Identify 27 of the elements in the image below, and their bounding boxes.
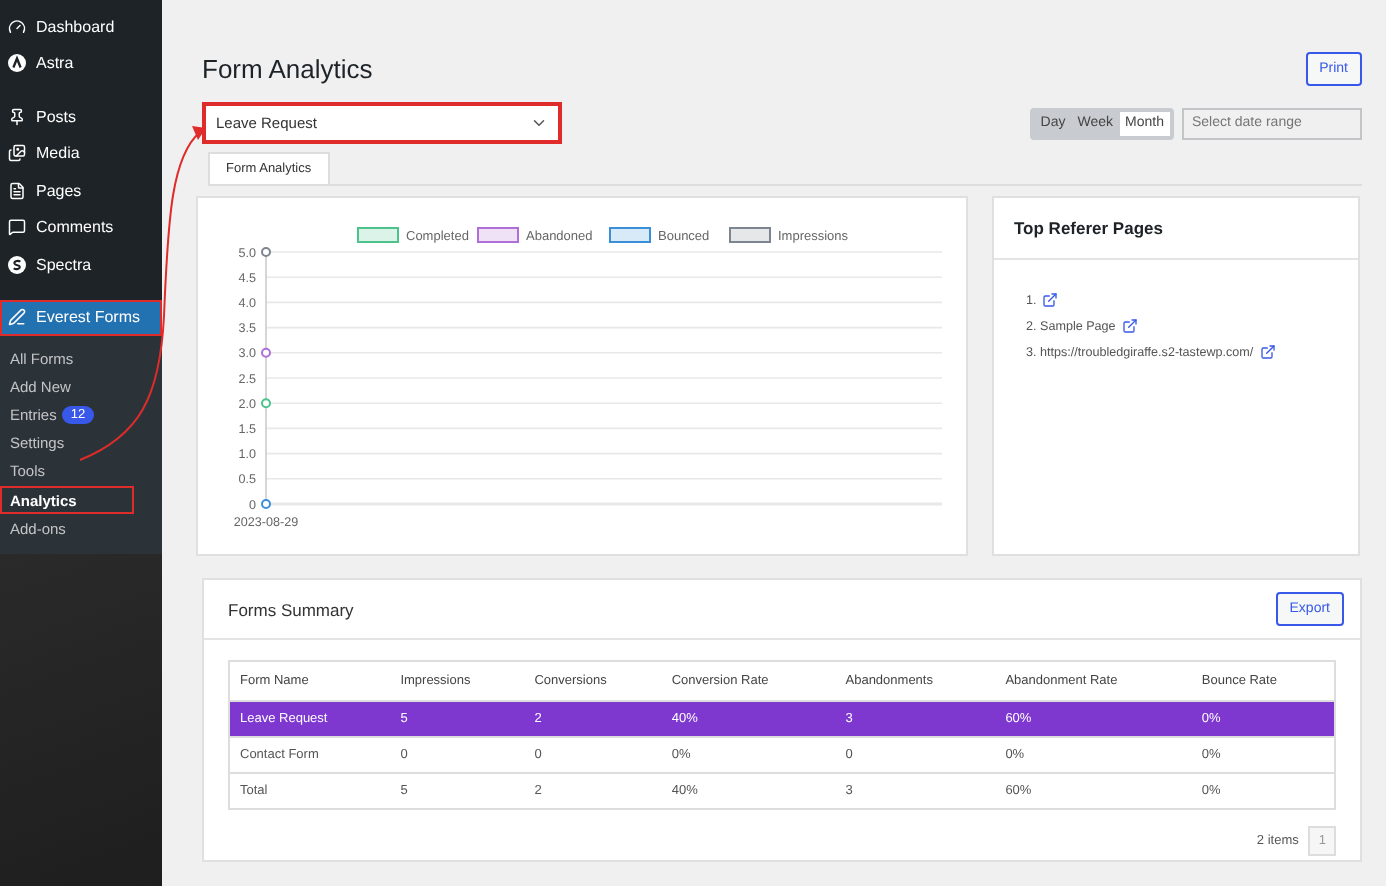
external-link-icon[interactable] <box>1121 318 1138 334</box>
images-icon <box>8 144 26 163</box>
gauge-icon <box>8 17 26 36</box>
sidebar-item[interactable]: Spectra <box>0 246 162 283</box>
data-line <box>261 247 271 257</box>
data-line <box>261 499 271 509</box>
sidebar-item[interactable]: Media <box>0 135 162 172</box>
sidebar-item[interactable]: Pages <box>0 172 162 209</box>
triangle-logo-icon <box>8 54 26 73</box>
pen-icon <box>8 308 26 327</box>
panel-title: Forms Summary <box>228 599 354 619</box>
sidebar-item[interactable]: Comments <box>0 209 162 246</box>
external-link-icon[interactable] <box>1042 292 1059 308</box>
sidebar-item[interactable]: Astra <box>0 45 162 82</box>
pin-icon <box>8 107 26 126</box>
page-title: Form Analytics <box>202 54 373 84</box>
swirl-logo-icon <box>8 255 26 274</box>
sidebar-item[interactable]: Dashboard <box>0 8 162 45</box>
data-line <box>261 398 271 409</box>
panel-title: Top Referer Pages <box>994 198 1358 260</box>
data-line <box>261 347 271 358</box>
speech-bubble-icon <box>8 218 26 237</box>
page-icon <box>8 181 26 200</box>
chevron-icon <box>530 114 548 132</box>
sidebar-item[interactable]: Everest Forms <box>0 299 162 336</box>
external-link-icon[interactable] <box>1259 344 1276 360</box>
sidebar-item[interactable]: Posts <box>0 98 162 135</box>
